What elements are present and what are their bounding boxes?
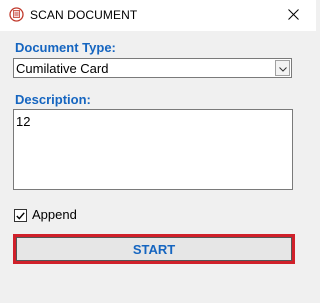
close-button[interactable] [270,0,316,31]
document-type-value: Cumilative Card [16,61,109,76]
append-label[interactable]: Append [32,207,77,222]
checkmark-icon [16,207,25,225]
window-title: SCAN DOCUMENT [30,8,138,22]
description-label: Description: [15,92,91,107]
scanner-app-icon [9,7,24,22]
close-icon [287,7,299,25]
chevron-down-icon [278,59,287,77]
title-bar: SCAN DOCUMENT [0,0,316,31]
start-button-focus-ring: START [13,234,295,264]
start-button[interactable]: START [16,237,292,261]
dropdown-arrow-button[interactable] [275,60,290,76]
scan-document-window: SCAN DOCUMENT Document Type: Cumilative … [0,0,316,303]
description-textarea[interactable]: 12 [13,109,293,190]
append-checkbox[interactable] [14,209,27,222]
document-type-label: Document Type: [15,40,116,55]
document-type-select[interactable]: Cumilative Card [13,58,292,78]
